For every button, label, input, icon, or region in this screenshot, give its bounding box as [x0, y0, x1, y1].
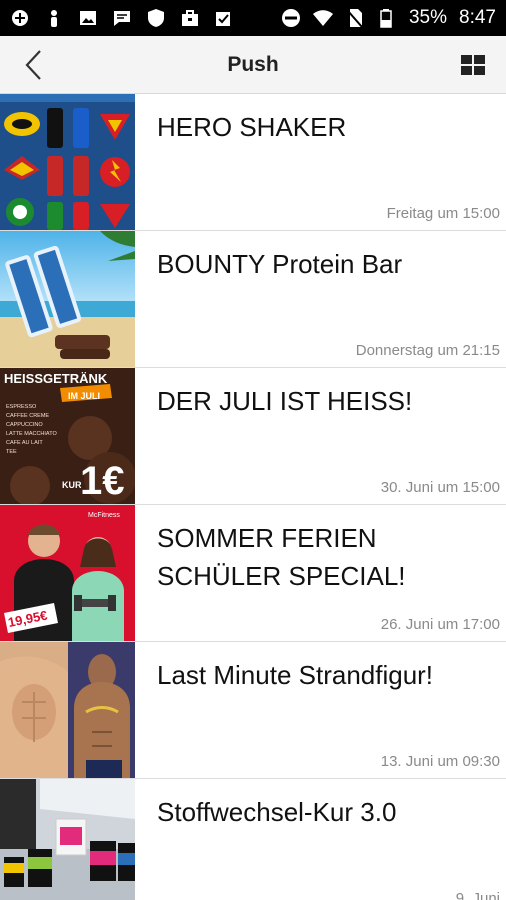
list-item[interactable]: HEISSGETRÄNK IM JULI ESPRESSO CAFFEE CRE…: [0, 368, 506, 505]
wifi-icon: [312, 8, 333, 28]
bounty-protein-bar-thumbnail: [0, 231, 135, 367]
item-date: 26. Juni um 17:00: [380, 616, 500, 633]
status-right-icons: 35% 8:47: [281, 7, 496, 29]
list-item[interactable]: Stoffwechsel-Kur 3.0 9. Juni: [0, 779, 506, 900]
thumbnail-menu-line: ESPRESSO: [6, 404, 37, 410]
back-button[interactable]: [18, 48, 52, 82]
item-title: HERO SHAKER: [157, 112, 347, 142]
no-sim-icon: [345, 8, 365, 28]
list-item[interactable]: McFitness 19,95€ SOMMER FERIEN SCHÜLER S…: [0, 505, 506, 642]
battery-icon: [377, 8, 397, 28]
sommer-ferien-thumbnail: McFitness 19,95€: [0, 505, 135, 641]
item-title: Stoffwechsel-Kur 3.0: [157, 797, 397, 827]
item-date: 30. Juni um 15:00: [380, 479, 500, 496]
stoffwechsel-kur-thumbnail: [0, 779, 135, 900]
clipboard-check-icon: [214, 8, 234, 28]
thumbnail-menu-line: TEE: [6, 449, 17, 455]
message-icon: [112, 8, 132, 28]
item-title: BOUNTY Protein Bar: [157, 249, 403, 279]
item-date: 13. Juni um 09:30: [380, 753, 500, 770]
thumbnail-menu-line: LATTE MACCHIATO: [6, 431, 57, 437]
grid-view-icon: [461, 55, 485, 75]
figure-icon: [44, 8, 64, 28]
shield-icon: [146, 8, 166, 28]
thumbnail-menu-line: CAFFEE CREME: [6, 413, 49, 419]
hero-shaker-thumbnail: [0, 94, 135, 230]
strandfigur-thumbnail: [0, 642, 135, 778]
briefcase-icon: [180, 8, 200, 28]
item-date: 9. Juni: [455, 890, 500, 900]
clock: 8:47: [459, 7, 496, 28]
thumbnail-price: 1€: [80, 459, 125, 503]
thumbnail-menu-line: CAPPUCCINO: [6, 422, 43, 428]
battery-percentage: 35%: [408, 7, 448, 28]
page-title: Push: [227, 52, 279, 76]
push-message-list: HERO SHAKER Freitag um 15:00 BOUNTY Prot…: [0, 94, 506, 900]
gallery-icon: [78, 8, 98, 28]
thumbnail-headline: HEISSGETRÄNK: [4, 371, 108, 386]
thumbnail-menu-line: CAFE AU LAIT: [6, 440, 43, 446]
item-date: Freitag um 15:00: [386, 205, 500, 222]
thumbnail-logo-text: McFitness: [88, 512, 120, 519]
status-left-icons: [10, 8, 234, 28]
app-bar: Push: [0, 36, 506, 94]
app-icon: [10, 8, 30, 28]
back-arrow-icon: [25, 50, 41, 80]
list-item[interactable]: HERO SHAKER Freitag um 15:00: [0, 94, 506, 231]
list-item[interactable]: Last Minute Strandfigur! 13. Juni um 09:…: [0, 642, 506, 779]
do-not-disturb-icon: [281, 8, 301, 28]
grid-view-button[interactable]: [460, 52, 486, 78]
item-title: SOMMER FERIEN SCHÜLER SPECIAL!: [157, 523, 406, 591]
item-title: Last Minute Strandfigur!: [157, 660, 434, 690]
item-date: Donnerstag um 21:15: [355, 342, 500, 359]
item-title: DER JULI IST HEISS!: [157, 386, 413, 416]
status-bar: 35% 8:47: [0, 0, 506, 36]
thumbnail-price-prefix: KUR: [62, 480, 82, 490]
thumbnail-badge: IM JULI: [68, 391, 100, 401]
list-item[interactable]: BOUNTY Protein Bar Donnerstag um 21:15: [0, 231, 506, 368]
juli-heiss-thumbnail: HEISSGETRÄNK IM JULI ESPRESSO CAFFEE CRE…: [0, 368, 135, 504]
